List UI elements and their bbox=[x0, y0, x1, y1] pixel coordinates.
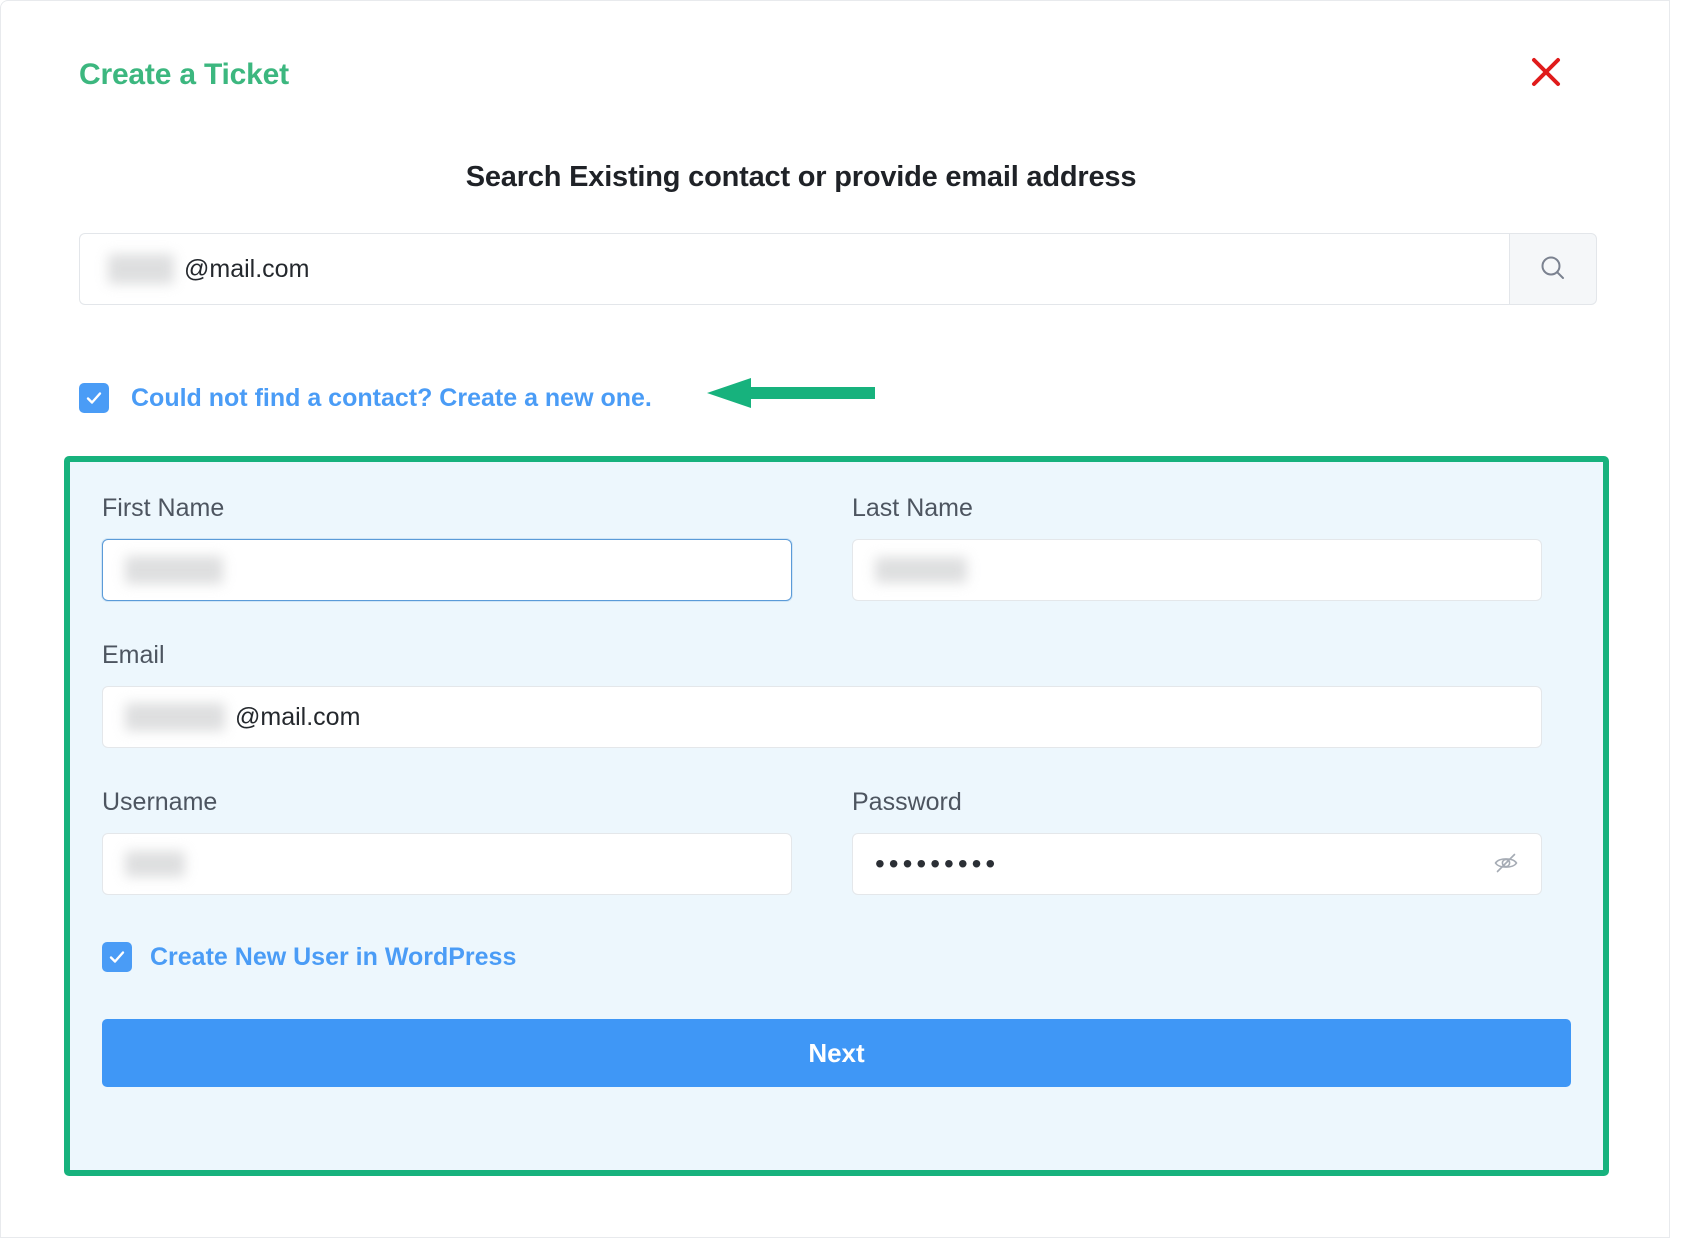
search-input[interactable]: @mail.com bbox=[79, 233, 1509, 305]
password-label: Password bbox=[852, 788, 962, 816]
create-ticket-modal: Create a Ticket Search Existing contact … bbox=[0, 0, 1670, 1238]
last-name-field-group: Last Name bbox=[852, 494, 1542, 601]
redacted-value bbox=[875, 557, 967, 583]
credentials-row: Username Password ••••••••• bbox=[102, 788, 1571, 895]
redacted-value bbox=[108, 254, 174, 284]
name-fields-row: First Name Last Name bbox=[102, 494, 1571, 601]
create-new-contact-checkbox[interactable] bbox=[79, 383, 109, 413]
first-name-label: First Name bbox=[102, 494, 225, 522]
create-wordpress-user-label[interactable]: Create New User in WordPress bbox=[150, 943, 516, 972]
search-button[interactable] bbox=[1509, 233, 1597, 305]
create-wordpress-user-row: Create New User in WordPress bbox=[102, 941, 1571, 973]
redacted-value bbox=[125, 851, 185, 877]
redacted-value bbox=[125, 556, 223, 584]
email-field-group: Email @mail.com bbox=[102, 641, 1542, 748]
page-right-edge bbox=[1669, 0, 1684, 1238]
modal-header: Create a Ticket bbox=[1, 1, 1669, 127]
search-magnifier-icon bbox=[1538, 253, 1568, 286]
username-field-group: Username bbox=[102, 788, 792, 895]
create-new-contact-label[interactable]: Could not find a contact? Create a new o… bbox=[131, 384, 652, 413]
search-input-value: @mail.com bbox=[184, 254, 310, 283]
checkmark-icon bbox=[107, 947, 127, 967]
new-contact-form-panel: First Name Last Name Email @mail.com Use… bbox=[64, 456, 1609, 1176]
search-row: @mail.com bbox=[79, 233, 1597, 305]
password-input[interactable]: ••••••••• bbox=[852, 833, 1542, 895]
last-name-input[interactable] bbox=[852, 539, 1542, 601]
redacted-value bbox=[125, 703, 225, 731]
create-wordpress-user-checkbox[interactable] bbox=[102, 942, 132, 972]
email-label: Email bbox=[102, 641, 165, 669]
create-new-contact-row: Could not find a contact? Create a new o… bbox=[79, 381, 652, 415]
last-name-label: Last Name bbox=[852, 494, 973, 522]
email-input[interactable]: @mail.com bbox=[102, 686, 1542, 748]
close-button[interactable] bbox=[1523, 49, 1569, 95]
page-title: Create a Ticket bbox=[79, 58, 289, 91]
next-button[interactable]: Next bbox=[102, 1019, 1571, 1087]
email-field-row: Email @mail.com bbox=[102, 641, 1571, 748]
password-masked-value: ••••••••• bbox=[875, 848, 1000, 879]
first-name-input[interactable] bbox=[102, 539, 792, 601]
annotation-arrow-icon bbox=[707, 376, 875, 410]
close-x-icon bbox=[1529, 55, 1563, 89]
username-label: Username bbox=[102, 788, 218, 816]
eye-slash-icon bbox=[1493, 850, 1519, 879]
search-section-heading: Search Existing contact or provide email… bbox=[465, 161, 1137, 193]
first-name-field-group: First Name bbox=[102, 494, 792, 601]
email-input-value: @mail.com bbox=[235, 702, 361, 731]
username-input[interactable] bbox=[102, 833, 792, 895]
checkmark-icon bbox=[84, 388, 104, 408]
password-field-group: Password ••••••••• bbox=[852, 788, 1542, 895]
toggle-password-visibility-button[interactable] bbox=[1489, 847, 1523, 881]
